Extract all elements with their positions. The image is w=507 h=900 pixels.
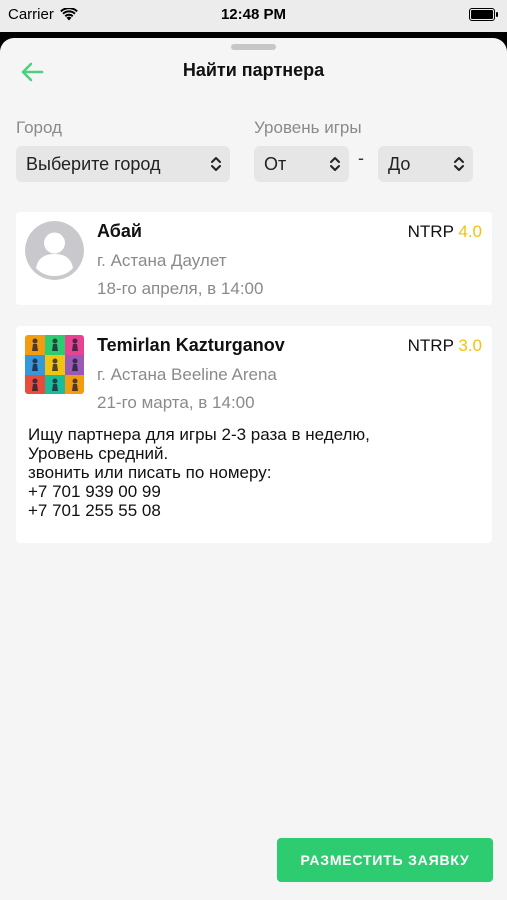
partner-card[interactable]: Абай NTRP 4.0 г. Астана Даулет 18-го апр… [16, 212, 492, 305]
pop-art-tennis-avatar-icon [25, 335, 84, 394]
status-bar: Carrier 12:48 PM [0, 0, 507, 32]
city-select[interactable]: Выберите город [16, 146, 230, 182]
chevron-up-down-icon [330, 157, 340, 171]
description-line: Уровень средний. [28, 444, 169, 463]
game-date: 18-го апреля, в 14:00 [97, 279, 264, 298]
battery-icon [469, 8, 498, 21]
sheet-grabber[interactable] [231, 44, 276, 50]
find-partner-sheet: Найти партнера Город Уровень игры Выбери… [0, 38, 507, 900]
game-date: 21-го марта, в 14:00 [97, 393, 255, 412]
description-line: Ищу партнера для игры 2-3 раза в неделю, [28, 425, 370, 444]
level-to-value: До [388, 153, 411, 174]
phone-number[interactable]: +7 701 939 00 99 [28, 482, 483, 501]
level-filter-label: Уровень игры [254, 118, 362, 137]
city-select-value: Выберите город [26, 153, 161, 174]
game-location: г. Астана Beeline Arena [97, 365, 277, 384]
default-user-avatar-icon [25, 221, 84, 280]
post-request-button[interactable]: РАЗМЕСТИТЬ ЗАЯВКУ [277, 838, 493, 882]
request-description: Ищу партнера для игры 2-3 раза в неделю,… [28, 425, 483, 520]
player-name: Temirlan Kazturganov [97, 335, 285, 355]
page-title: Найти партнера [182, 60, 325, 80]
ntrp-label: NTRP [407, 336, 454, 355]
ntrp-label: NTRP [407, 222, 454, 241]
ntrp-value: 4.0 [458, 222, 482, 241]
ntrp-value: 3.0 [458, 336, 482, 355]
partner-card[interactable]: Temirlan Kazturganov NTRP 3.0 г. Астана … [16, 326, 492, 543]
chevron-up-down-icon [454, 157, 464, 171]
ntrp-rating: NTRP 4.0 [408, 222, 482, 242]
phone-number[interactable]: +7 701 255 55 08 [28, 501, 483, 520]
level-from-value: От [264, 153, 287, 174]
ntrp-rating: NTRP 3.0 [408, 336, 482, 356]
level-range-separator: - [358, 148, 364, 168]
city-filter-label: Город [16, 118, 62, 137]
level-to-select[interactable]: До [378, 146, 473, 182]
level-from-select[interactable]: От [254, 146, 349, 182]
avatar [25, 335, 84, 394]
player-name: Абай [97, 221, 142, 241]
clock: 12:48 PM [220, 6, 287, 23]
game-location: г. Астана Даулет [97, 251, 227, 270]
avatar [25, 221, 84, 280]
chevron-up-down-icon [211, 157, 221, 171]
description-line: звонить или писать по номеру: [28, 463, 272, 482]
